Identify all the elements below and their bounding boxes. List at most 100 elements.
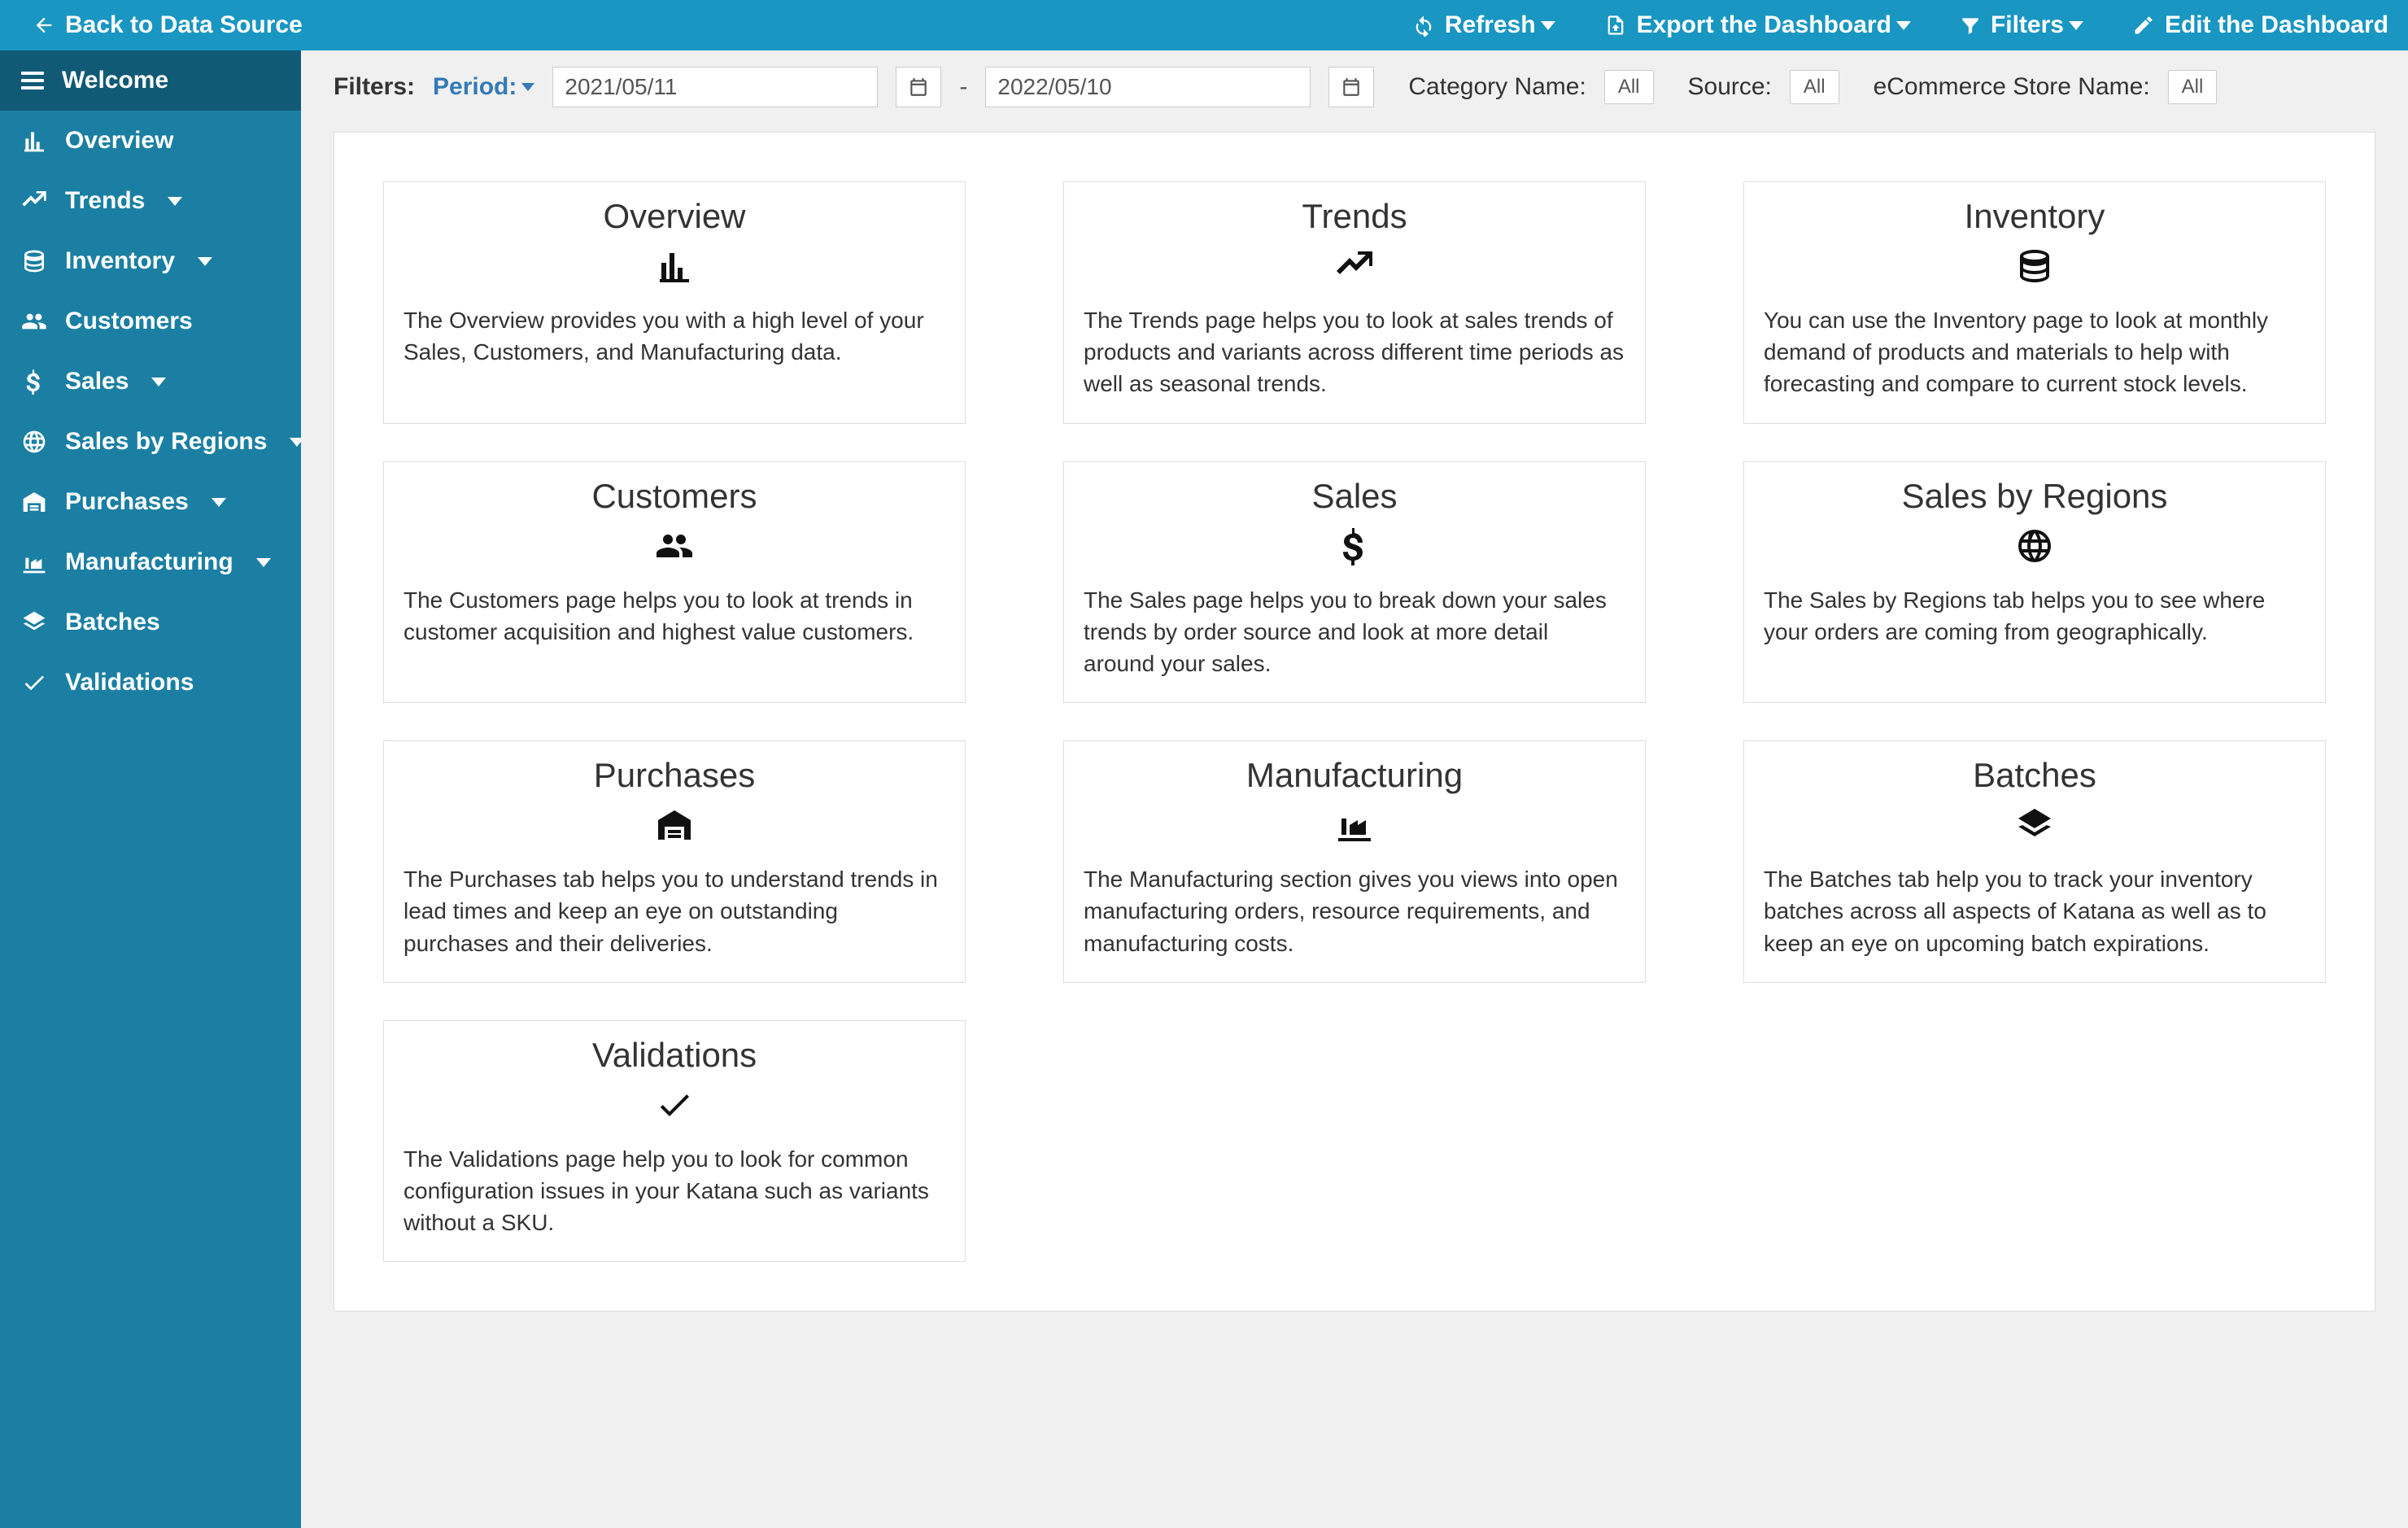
bar-icon (21, 128, 47, 154)
card-inventory[interactable]: InventoryYou can use the Inventory page … (1743, 181, 2326, 424)
card-title: Batches (1973, 756, 2096, 795)
chevron-down-icon (151, 378, 166, 386)
card-desc: The Trends page helps you to look at sal… (1084, 304, 1625, 400)
db-icon (21, 248, 47, 274)
dollar-icon (21, 369, 47, 395)
sidebar-item-label: Overview (65, 127, 173, 155)
topbar: Back to Data Source Refresh Export the D… (0, 0, 2408, 50)
chevron-down-icon (2069, 21, 2083, 30)
globe-icon (2015, 526, 2054, 566)
users-icon (655, 526, 694, 566)
sidebar-item-customers[interactable]: Customers (0, 291, 301, 351)
card-customers[interactable]: CustomersThe Customers page helps you to… (383, 461, 966, 704)
sidebar-item-purchases[interactable]: Purchases (0, 472, 301, 532)
sidebar-item-inventory[interactable]: Inventory (0, 231, 301, 291)
sidebar-item-label: Sales by Regions (65, 428, 267, 456)
card-desc: The Validations page help you to look fo… (404, 1143, 945, 1239)
chevron-down-icon (1541, 21, 1555, 30)
refresh-label: Refresh (1445, 11, 1536, 39)
warehouse-icon (21, 489, 47, 515)
sidebar-item-batches[interactable]: Batches (0, 592, 301, 653)
source-label: Source: (1688, 73, 1772, 101)
sidebar-item-label: Validations (65, 669, 194, 696)
filters-button[interactable]: Filters (1960, 11, 2083, 39)
trend-icon (21, 188, 47, 214)
card-title: Sales (1311, 477, 1397, 516)
category-filter[interactable]: All (1604, 70, 1654, 104)
sidebar: Welcome Overview Trends Inventory Customers S… (0, 50, 301, 1528)
back-label: Back to Data Source (65, 11, 303, 39)
sidebar-item-label: Sales (65, 368, 129, 395)
date-from-picker[interactable] (896, 67, 941, 107)
card-batches[interactable]: Batches The Batches tab help you to track… (1743, 740, 2326, 983)
sidebar-item-label: Customers (65, 308, 193, 335)
menu-icon (21, 72, 44, 89)
sidebar-item-overview[interactable]: Overview (0, 111, 301, 171)
check-icon (21, 670, 47, 696)
card-desc: The Sales page helps you to break down y… (1084, 584, 1625, 680)
store-filter[interactable]: All (2168, 70, 2218, 104)
funnel-icon (1960, 15, 1981, 36)
refresh-button[interactable]: Refresh (1412, 11, 1555, 39)
edit-button[interactable]: Edit the Dashboard (2132, 11, 2388, 39)
date-from-input[interactable] (552, 67, 878, 107)
source-filter[interactable]: All (1790, 70, 1839, 104)
card-title: Sales by Regions (1902, 477, 2168, 516)
chevron-down-icon (256, 558, 271, 567)
chevron-down-icon (212, 498, 226, 507)
db-icon (2015, 246, 2054, 286)
card-overview[interactable]: OverviewThe Overview provides you with a… (383, 181, 966, 424)
arrow-left-icon (33, 14, 55, 37)
export-label: Export the Dashboard (1637, 11, 1891, 39)
sidebar-item-label: Trends (65, 187, 145, 215)
sidebar-item-trends[interactable]: Trends (0, 171, 301, 231)
card-purchases[interactable]: PurchasesThe Purchases tab helps you to … (383, 740, 966, 983)
card-desc: The Sales by Regions tab helps you to se… (1764, 584, 2305, 648)
factory-icon (1335, 805, 1374, 845)
card-validations[interactable]: Validations The Validations page help you… (383, 1020, 966, 1263)
date-to-input[interactable] (985, 67, 1311, 107)
sidebar-item-label: Purchases (65, 488, 189, 516)
card-title: Validations (592, 1036, 757, 1075)
sidebar-item-sales-by-regions[interactable]: Sales by Regions (0, 412, 301, 472)
filters-label: Filters: (334, 73, 415, 101)
globe-icon (21, 429, 47, 455)
edit-label: Edit the Dashboard (2165, 11, 2388, 39)
category-label: Category Name: (1408, 73, 1586, 101)
card-trends[interactable]: Trends The Trends page helps you to look … (1063, 181, 1646, 424)
users-icon (21, 308, 47, 334)
cards-panel: OverviewThe Overview provides you with a… (334, 132, 2375, 1312)
main: Filters: Period: - Category Name: All So… (301, 50, 2408, 1528)
card-title: Overview (603, 197, 745, 236)
period-dropdown[interactable]: Period: (433, 73, 534, 101)
bar-icon (655, 246, 694, 286)
sidebar-item-manufacturing[interactable]: Manufacturing (0, 532, 301, 592)
cards-grid: OverviewThe Overview provides you with a… (383, 181, 2326, 1262)
card-desc: The Manufacturing section gives you view… (1084, 863, 1625, 959)
card-desc: The Batches tab help you to track your i… (1764, 863, 2305, 959)
export-icon (1604, 14, 1627, 37)
card-sales[interactable]: Sales The Sales page helps you to break d… (1063, 461, 1646, 704)
layers-icon (21, 609, 47, 635)
sidebar-item-sales[interactable]: Sales (0, 351, 301, 412)
card-manufacturing[interactable]: ManufacturingThe Manufacturing section g… (1063, 740, 1646, 983)
back-button[interactable]: Back to Data Source (33, 11, 303, 39)
period-label: Period: (433, 73, 517, 101)
sidebar-item-validations[interactable]: Validations (0, 653, 301, 713)
card-desc: The Purchases tab helps you to understan… (404, 863, 945, 959)
date-to-picker[interactable] (1328, 67, 1374, 107)
chevron-down-icon (1896, 21, 1911, 30)
chevron-down-icon (198, 257, 212, 266)
trend-icon (1335, 246, 1374, 286)
export-button[interactable]: Export the Dashboard (1604, 11, 1911, 39)
card-desc: You can use the Inventory page to look a… (1764, 304, 2305, 400)
filters-label: Filters (1991, 11, 2064, 39)
chevron-down-icon (168, 197, 182, 206)
refresh-icon (1412, 14, 1435, 37)
card-sales-by-regions[interactable]: Sales by Regions The Sales by Regions tab… (1743, 461, 2326, 704)
calendar-icon (1341, 76, 1362, 98)
card-desc: The Customers page helps you to look at … (404, 584, 945, 648)
sidebar-item-welcome[interactable]: Welcome (0, 50, 301, 111)
card-title: Trends (1302, 197, 1407, 236)
chevron-down-icon (521, 83, 534, 91)
